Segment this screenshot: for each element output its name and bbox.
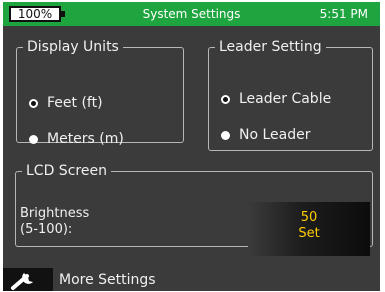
wrench-icon <box>3 268 53 291</box>
status-bar: 100% System Settings 5:51 PM <box>3 2 380 26</box>
radio-meters[interactable]: Meters (m) <box>29 129 124 149</box>
leader-setting-legend: Leader Setting <box>219 39 322 55</box>
brightness-value: 50 <box>300 210 318 225</box>
radio-unselected-icon <box>221 130 230 140</box>
brightness-set-button[interactable]: 50 Set <box>248 202 370 256</box>
brightness-label: Brightness (5-100): <box>20 206 89 238</box>
lcd-screen-group: LCD Screen Brightness (5-100): 50 Set <box>15 163 373 256</box>
radio-selected-icon <box>221 94 230 104</box>
lcd-screen-legend: LCD Screen <box>26 163 107 179</box>
radio-no-leader[interactable]: No Leader <box>221 125 311 145</box>
radio-leader-cable[interactable]: Leader Cable <box>221 89 331 109</box>
brightness-label-text: Brightness <box>20 206 90 221</box>
radio-feet-label: Feet (ft) <box>47 95 103 111</box>
more-settings-label: More Settings <box>59 272 156 288</box>
clock: 5:51 PM <box>319 7 368 21</box>
leader-setting-group: Leader Setting Leader Cable No Leader <box>208 39 373 151</box>
radio-meters-label: Meters (m) <box>47 131 124 147</box>
radio-leader-cable-label: Leader Cable <box>239 91 332 107</box>
radio-selected-icon <box>29 98 38 108</box>
brightness-range: (5-100): <box>20 222 73 237</box>
more-settings-button[interactable]: More Settings <box>3 260 380 291</box>
radio-feet[interactable]: Feet (ft) <box>29 93 103 113</box>
radio-no-leader-label: No Leader <box>239 127 311 143</box>
display-units-legend: Display Units <box>27 39 119 55</box>
radio-unselected-icon <box>29 134 38 144</box>
display-units-group: Display Units Feet (ft) Meters (m) <box>16 39 184 147</box>
system-settings-screen: 100% System Settings 5:51 PM Display Uni… <box>3 2 380 291</box>
set-label: Set <box>298 226 320 241</box>
